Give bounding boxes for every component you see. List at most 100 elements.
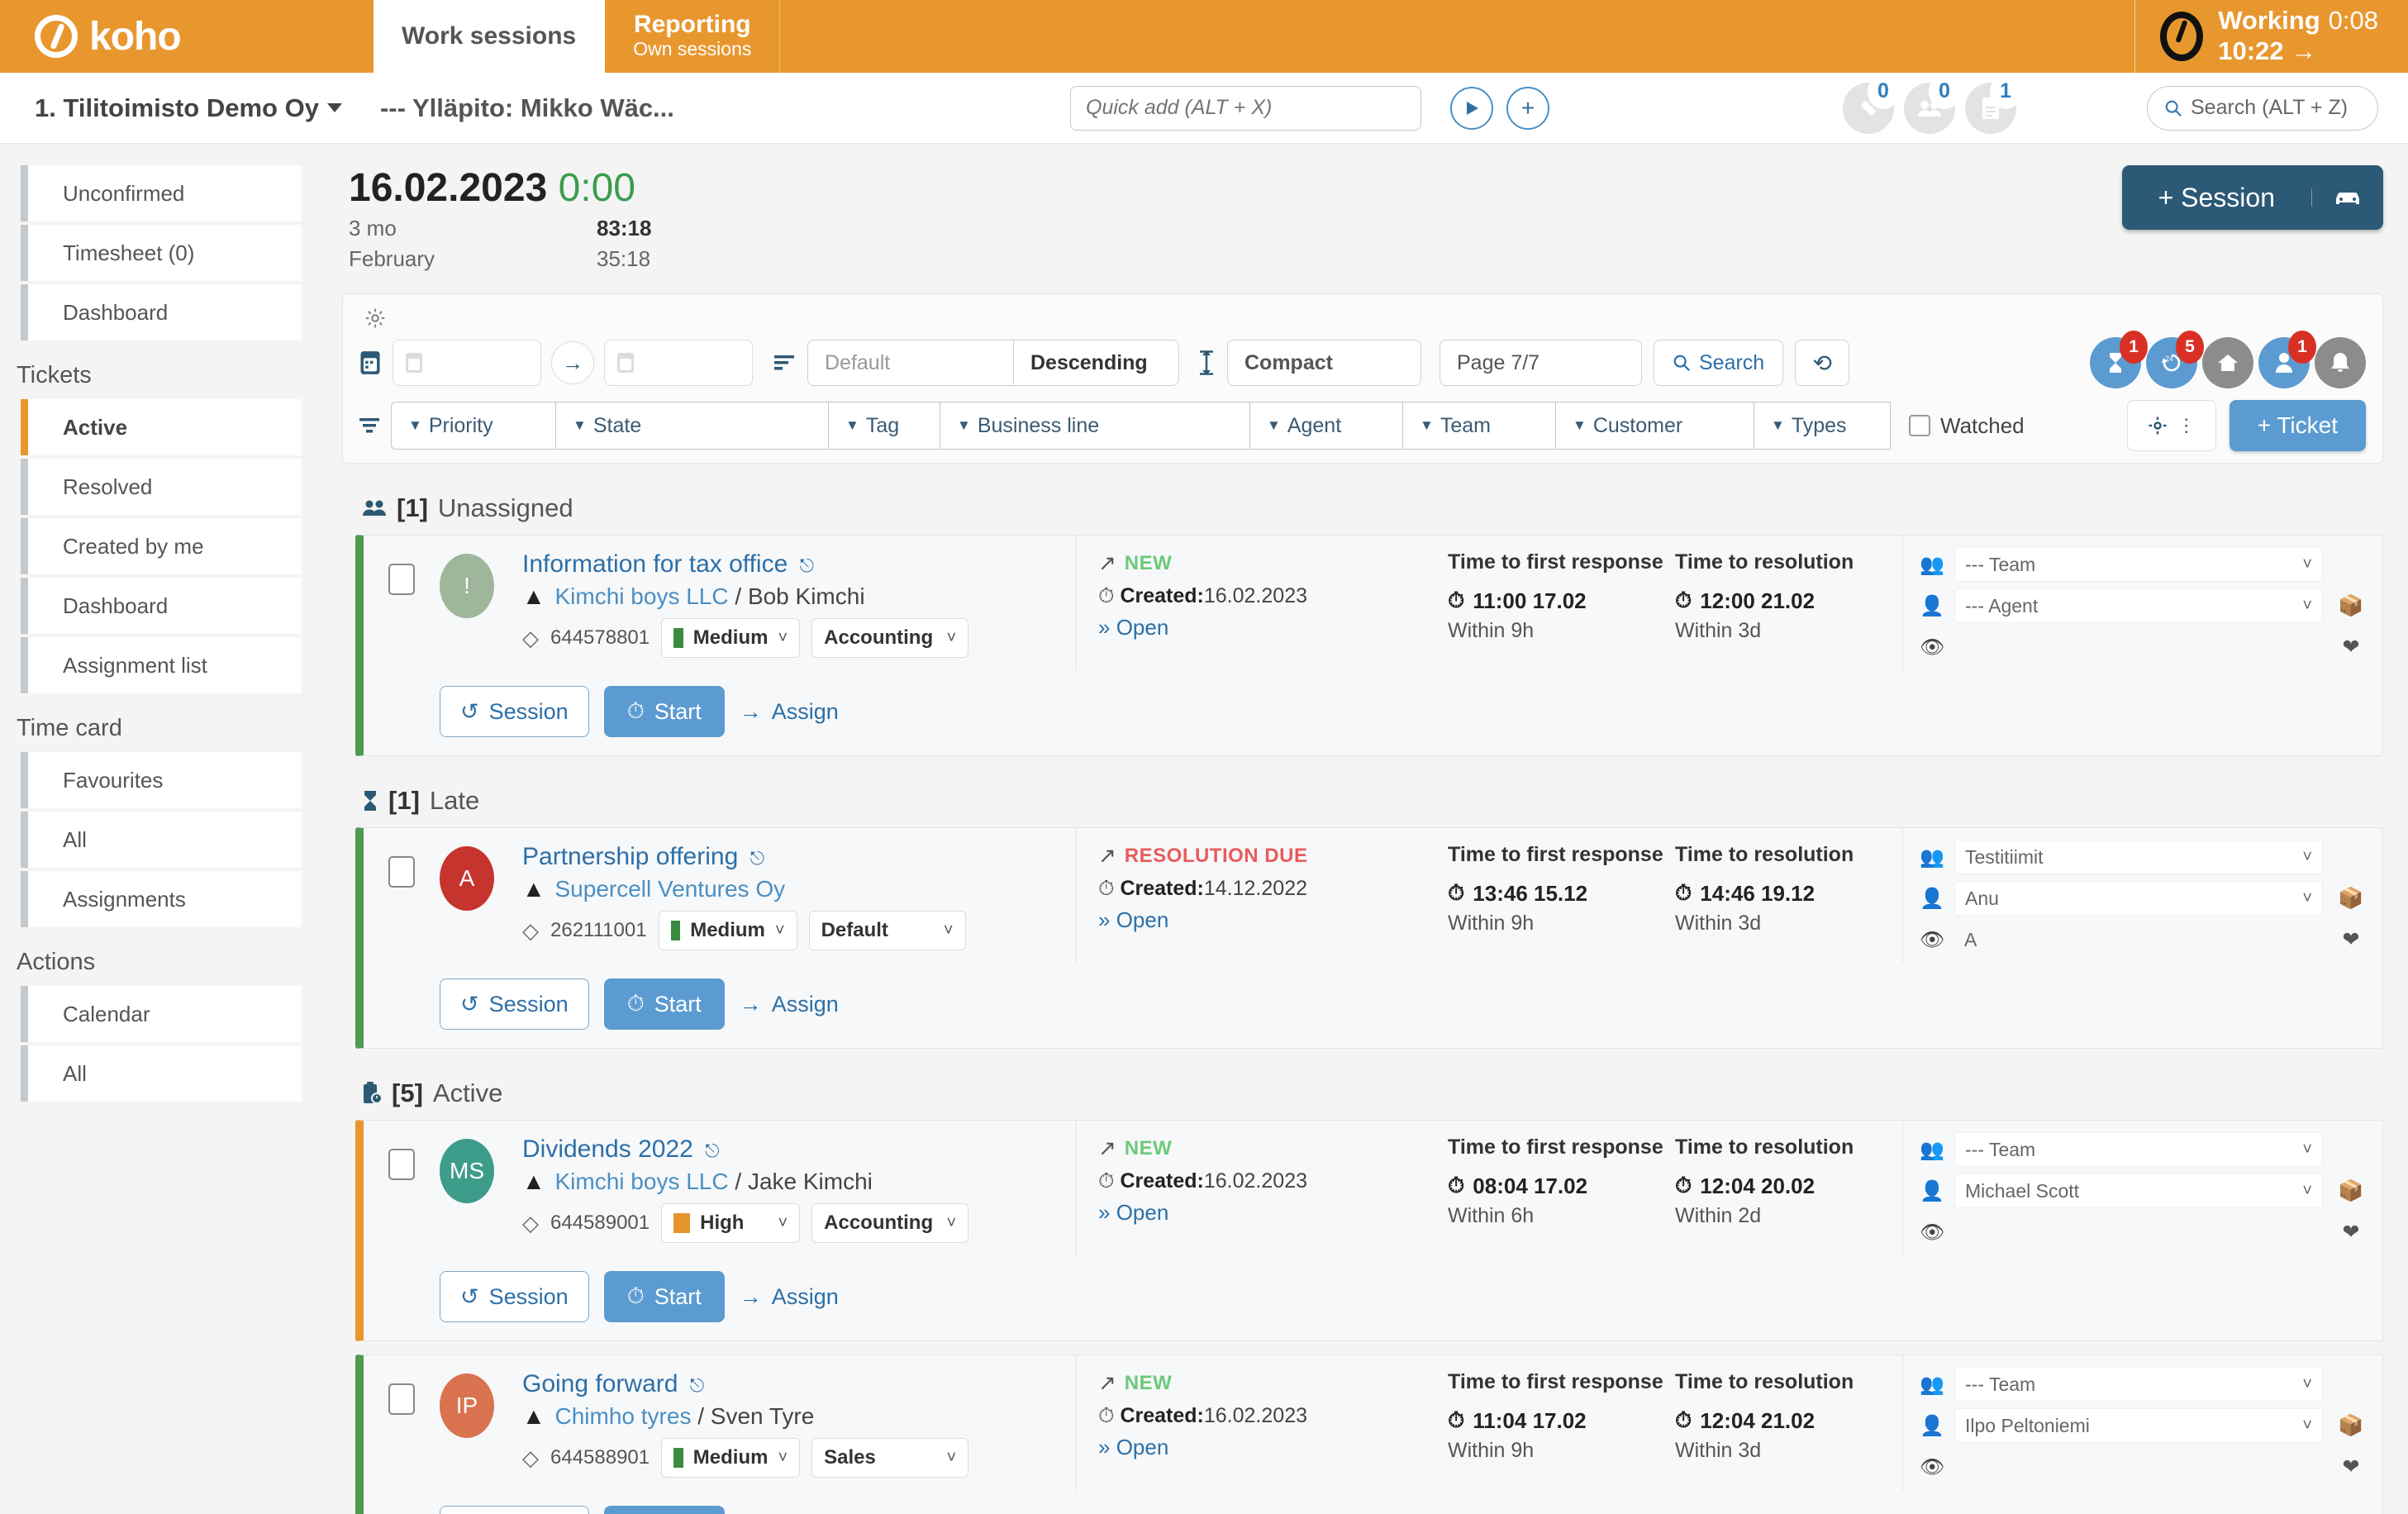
business-line-select[interactable]: Accounting ˅: [811, 1203, 969, 1243]
filter-priority[interactable]: ▼ Priority: [391, 402, 556, 450]
row-checkbox[interactable]: [388, 856, 415, 888]
ticket-title-link[interactable]: Dividends 2022 ⎋: [522, 1136, 1076, 1164]
customer-link[interactable]: Supercell Ventures Oy: [555, 876, 786, 902]
favourite-heart-icon[interactable]: ❤: [2333, 635, 2369, 659]
hourglass-icon[interactable]: 1: [2090, 331, 2148, 388]
table-row[interactable]: IP Going forward ⎋ ▲ Chimho tyres / Sven…: [355, 1355, 2383, 1514]
customer-link[interactable]: Kimchi boys LLC: [555, 583, 729, 609]
agent-select[interactable]: --- Agent ˅: [1954, 588, 2323, 623]
filter-types[interactable]: ▼ Types: [1754, 402, 1891, 450]
page-indicator[interactable]: Page 7/7: [1440, 340, 1642, 386]
filter-team[interactable]: ▼ Team: [1403, 402, 1556, 450]
sort-field-select[interactable]: Default: [807, 340, 1014, 386]
state-link[interactable]: » Open: [1098, 615, 1448, 640]
external-link-icon[interactable]: ⎋: [705, 1140, 719, 1161]
favourite-heart-icon[interactable]: ❤: [2333, 1220, 2369, 1245]
working-timer[interactable]: Working 0:08 10:22 →: [2134, 0, 2408, 73]
agent-select[interactable]: Anu ˅: [1954, 881, 2323, 916]
quick-add-play-button[interactable]: [1450, 86, 1493, 130]
global-search-box[interactable]: Search (ALT + Z): [2147, 85, 2378, 131]
quick-add-plus-button[interactable]: +: [1506, 86, 1549, 130]
date-from-input[interactable]: [393, 340, 541, 386]
search-button[interactable]: Search: [1654, 340, 1784, 386]
filter-customer[interactable]: ▼ Customer: [1556, 402, 1754, 450]
sidebar-item-created-by-me[interactable]: Created by me: [21, 518, 302, 574]
table-row[interactable]: ! Information for tax office ⎋ ▲ Kimchi …: [355, 535, 2383, 756]
archive-icon[interactable]: 📦: [2333, 1179, 2369, 1203]
agent-select[interactable]: Ilpo Peltoniemi ˅: [1954, 1408, 2323, 1443]
session-button[interactable]: ↺ Session: [440, 1506, 589, 1514]
customer-link[interactable]: Chimho tyres: [555, 1403, 692, 1429]
favourite-heart-icon[interactable]: ❤: [2333, 1454, 2369, 1479]
new-ticket-button[interactable]: + Ticket: [2229, 400, 2366, 451]
bell-icon[interactable]: [2315, 337, 2366, 388]
sidebar-item-assignments[interactable]: Assignments: [21, 871, 302, 927]
sidebar-item-unconfirmed[interactable]: Unconfirmed: [21, 165, 302, 221]
ticket-title-link[interactable]: Partnership offering ⎋: [522, 843, 1076, 871]
kebab-icon[interactable]: ⋮: [2177, 417, 2196, 435]
filter-state[interactable]: ▼ State: [556, 402, 829, 450]
business-line-select[interactable]: Sales ˅: [811, 1438, 969, 1478]
sidebar-item-tickets-dashboard[interactable]: Dashboard: [21, 578, 302, 634]
filter-business-line[interactable]: ▼ Business line: [940, 402, 1250, 450]
start-button[interactable]: ⏱ Start: [603, 1506, 725, 1514]
history-24-icon[interactable]: 24 5: [2146, 331, 2204, 388]
priority-select[interactable]: High ˅: [661, 1203, 801, 1243]
state-link[interactable]: » Open: [1098, 1200, 1448, 1226]
team-select[interactable]: Testitiimit ˅: [1954, 840, 2323, 874]
assign-link[interactable]: → Assign: [740, 1284, 839, 1310]
company-selector[interactable]: 1. Tilitoimisto Demo Oy: [35, 93, 342, 123]
row-checkbox[interactable]: [388, 564, 415, 595]
state-link[interactable]: » Open: [1098, 1435, 1448, 1460]
start-button[interactable]: ⏱ Start: [603, 978, 725, 1030]
add-session-button[interactable]: + Session: [2121, 165, 2383, 230]
sidebar-item-resolved[interactable]: Resolved: [21, 459, 302, 515]
filter-agent[interactable]: ▼ Agent: [1250, 402, 1403, 450]
sidebar-item-timesheet[interactable]: Timesheet (0): [21, 225, 302, 281]
document-icon[interactable]: 1: [1965, 74, 2021, 134]
table-row[interactable]: MS Dividends 2022 ⎋ ▲ Kimchi boys LLC / …: [355, 1120, 2383, 1341]
ticket-title-link[interactable]: Information for tax office ⎋: [522, 550, 1076, 578]
row-checkbox[interactable]: [388, 1149, 415, 1180]
ticket-icon[interactable]: 0: [1843, 74, 1899, 134]
sidebar-item-active[interactable]: Active: [21, 399, 302, 455]
eye-icon[interactable]: 👁: [1920, 928, 1944, 952]
priority-select[interactable]: Medium ˅: [661, 1438, 801, 1478]
refresh-icon[interactable]: ⟲: [1795, 340, 1850, 386]
date-to-input[interactable]: [604, 340, 753, 386]
car-icon[interactable]: [2311, 188, 2383, 207]
watched-checkbox[interactable]: Watched: [1909, 413, 2025, 439]
people-icon[interactable]: 0: [1904, 74, 1960, 134]
person-icon[interactable]: 1: [2258, 331, 2316, 388]
sidebar-item-assignment-list[interactable]: Assignment list: [21, 637, 302, 693]
panel-settings-icon[interactable]: [359, 307, 2366, 329]
agent-select[interactable]: Michael Scott ˅: [1954, 1174, 2323, 1208]
archive-icon[interactable]: 📦: [2333, 887, 2369, 911]
archive-icon[interactable]: 📦: [2333, 594, 2369, 618]
brand-logo[interactable]: koho: [0, 0, 374, 73]
tab-work-sessions[interactable]: Work sessions: [374, 0, 606, 73]
assign-link[interactable]: → Assign: [740, 992, 839, 1017]
assign-link[interactable]: → Assign: [740, 699, 839, 725]
external-link-icon[interactable]: ⎋: [690, 1375, 704, 1396]
eye-icon[interactable]: 👁: [1920, 1455, 1944, 1479]
favourite-heart-icon[interactable]: ❤: [2333, 927, 2369, 952]
filter-tag[interactable]: ▼ Tag: [829, 402, 940, 450]
density-select[interactable]: Compact: [1227, 340, 1421, 386]
tab-reporting[interactable]: Reporting Own sessions: [605, 0, 781, 73]
ticket-title-link[interactable]: Going forward ⎋: [522, 1370, 1076, 1398]
session-button[interactable]: ↺ Session: [440, 1271, 589, 1322]
sidebar-item-favourites[interactable]: Favourites: [21, 752, 302, 808]
team-select[interactable]: --- Team ˅: [1954, 1367, 2323, 1402]
eye-icon[interactable]: 👁: [1920, 1221, 1944, 1245]
session-button[interactable]: ↺ Session: [440, 978, 589, 1030]
business-line-select[interactable]: Default ˅: [808, 911, 966, 950]
priority-select[interactable]: Medium ˅: [658, 911, 797, 950]
team-select[interactable]: --- Team ˅: [1954, 547, 2323, 582]
state-link[interactable]: » Open: [1098, 907, 1448, 933]
table-row[interactable]: A Partnership offering ⎋ ▲ Supercell Ven…: [355, 827, 2383, 1049]
external-link-icon[interactable]: ⎋: [800, 555, 814, 576]
quick-add-input[interactable]: [1070, 85, 1421, 131]
sidebar-item-dashboard[interactable]: Dashboard: [21, 284, 302, 340]
session-button[interactable]: ↺ Session: [440, 686, 589, 737]
